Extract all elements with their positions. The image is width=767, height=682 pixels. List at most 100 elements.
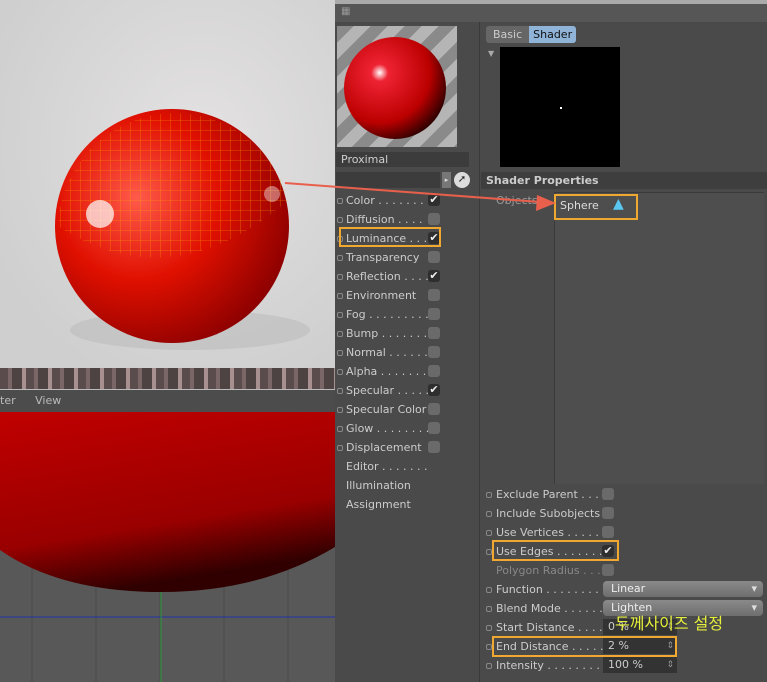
panel-titlebar: ▦ bbox=[335, 0, 767, 22]
channel-dot-icon bbox=[337, 426, 343, 432]
property-dot-icon bbox=[486, 663, 492, 669]
menu-item-view[interactable]: View bbox=[35, 394, 61, 407]
property-label: Start Distance . . . . . bbox=[496, 621, 610, 634]
pick-cursor-icon[interactable]: ➚ bbox=[454, 172, 470, 188]
channel-item[interactable]: Illumination bbox=[335, 476, 480, 495]
property-label: Include Subobjects bbox=[496, 507, 601, 520]
channel-item[interactable]: Bump . . . . . . . . bbox=[335, 324, 480, 343]
editor-viewport[interactable] bbox=[0, 412, 335, 682]
material-panel: Proximal ▸ ➚ Color . . . . . . . . ✔ Diffu… bbox=[335, 22, 480, 682]
property-dot-icon bbox=[486, 625, 492, 631]
viewport-menubar: ter View bbox=[0, 390, 335, 412]
channel-dot-icon bbox=[337, 445, 343, 451]
objects-label: Objects bbox=[496, 194, 538, 207]
channel-dot-icon bbox=[337, 369, 343, 375]
channel-checkbox[interactable] bbox=[428, 346, 440, 358]
property-number-field[interactable]: 100 % bbox=[603, 657, 677, 673]
channel-dot-icon bbox=[337, 198, 343, 204]
annotation-text: 두께사이즈 설정 bbox=[615, 614, 724, 633]
property-checkbox[interactable] bbox=[602, 488, 614, 500]
channel-item[interactable]: Assignment bbox=[335, 495, 480, 514]
material-preview bbox=[337, 26, 457, 147]
channel-checkbox[interactable] bbox=[428, 422, 440, 434]
channel-dot-icon bbox=[337, 255, 343, 261]
channel-item[interactable]: Environment bbox=[335, 286, 480, 305]
channel-item[interactable]: Normal . . . . . . bbox=[335, 343, 480, 362]
end-distance-highlight bbox=[492, 636, 677, 657]
channel-checkbox[interactable] bbox=[428, 213, 440, 225]
property-label: Intensity . . . . . . . . . . bbox=[496, 659, 614, 672]
channel-checkbox[interactable] bbox=[428, 365, 440, 377]
channel-item[interactable]: Displacement bbox=[335, 438, 480, 457]
channel-checkbox[interactable] bbox=[428, 403, 440, 415]
channel-checkbox[interactable] bbox=[428, 327, 440, 339]
channel-label: Alpha . . . . . . . bbox=[346, 365, 427, 378]
channel-dot-icon bbox=[337, 217, 343, 223]
channel-label: Reflection . . . . bbox=[346, 270, 429, 283]
menu-item-filter[interactable]: ter bbox=[0, 394, 16, 407]
objects-list[interactable]: Sphere ▲ bbox=[554, 192, 764, 484]
section-header: Shader Properties bbox=[481, 172, 767, 189]
arrow-right-icon[interactable]: ▸ bbox=[442, 172, 451, 188]
property-row: Include Subobjects bbox=[481, 504, 767, 523]
luminance-highlight bbox=[339, 227, 441, 247]
channel-dot-icon bbox=[337, 293, 343, 299]
channel-label: Displacement bbox=[346, 441, 422, 454]
property-checkbox[interactable] bbox=[602, 564, 614, 576]
property-row: Intensity . . . . . . . . . . 100 % bbox=[481, 656, 767, 675]
channel-label: Bump . . . . . . . . bbox=[346, 327, 435, 340]
property-label: Polygon Radius . . . bbox=[496, 564, 601, 577]
property-dot-icon bbox=[486, 587, 492, 593]
channel-label: Specular Color bbox=[346, 403, 427, 416]
channel-checkbox[interactable]: ✔ bbox=[428, 384, 440, 396]
property-row: Function . . . . . . . . . . Linear bbox=[481, 580, 767, 599]
channel-label: Transparency bbox=[346, 251, 420, 264]
property-checkbox[interactable] bbox=[602, 507, 614, 519]
use-edges-highlight bbox=[492, 540, 619, 561]
channel-checkbox[interactable]: ✔ bbox=[428, 194, 440, 206]
channel-item[interactable]: Fog . . . . . . . . . bbox=[335, 305, 480, 324]
channel-checkbox[interactable] bbox=[428, 289, 440, 301]
tab-basic[interactable]: Basic bbox=[486, 26, 530, 43]
channel-item[interactable]: Alpha . . . . . . . bbox=[335, 362, 480, 381]
property-dropdown[interactable]: Linear bbox=[603, 581, 763, 597]
channel-label: Glow . . . . . . . . bbox=[346, 422, 430, 435]
attribute-panel: Basic Shader ▼ Shader Properties Objects… bbox=[481, 22, 767, 682]
channel-checkbox[interactable] bbox=[428, 441, 440, 453]
channel-item[interactable]: Glow . . . . . . . . bbox=[335, 419, 480, 438]
channel-label: Fog . . . . . . . . . bbox=[346, 308, 429, 321]
channel-label: Editor . . . . . . . bbox=[346, 460, 428, 473]
channel-label: Assignment bbox=[346, 498, 411, 511]
render-preview bbox=[0, 0, 335, 368]
channel-label: Specular . . . . . bbox=[346, 384, 430, 397]
channel-label: Environment bbox=[346, 289, 417, 302]
link-field[interactable] bbox=[336, 172, 440, 188]
channel-item[interactable]: Color . . . . . . . . ✔ bbox=[335, 191, 480, 210]
channel-dot-icon bbox=[337, 274, 343, 280]
property-checkbox[interactable] bbox=[602, 526, 614, 538]
property-dot-icon bbox=[486, 606, 492, 612]
channel-item[interactable]: Editor . . . . . . . bbox=[335, 457, 480, 476]
channel-checkbox[interactable]: ✔ bbox=[428, 270, 440, 282]
channel-checkbox[interactable] bbox=[428, 251, 440, 263]
channel-dot-icon bbox=[337, 331, 343, 337]
channel-item[interactable]: Reflection . . . . ✔ bbox=[335, 267, 480, 286]
sphere-closeup bbox=[0, 412, 335, 592]
grip-icon[interactable]: ▦ bbox=[341, 6, 350, 17]
tab-shader[interactable]: Shader bbox=[529, 26, 577, 43]
channel-label: Color . . . . . . . . bbox=[346, 194, 431, 207]
channel-checkbox[interactable] bbox=[428, 308, 440, 320]
channel-label: Normal . . . . . . bbox=[346, 346, 428, 359]
property-row: Polygon Radius . . . bbox=[481, 561, 767, 580]
channel-item[interactable]: Specular Color bbox=[335, 400, 480, 419]
sphere-highlight bbox=[554, 194, 638, 220]
collapse-triangle-icon[interactable]: ▼ bbox=[488, 49, 494, 58]
channel-item[interactable]: Specular . . . . . ✔ bbox=[335, 381, 480, 400]
rendered-sphere bbox=[55, 109, 310, 350]
shader-preview bbox=[500, 47, 620, 167]
channel-item[interactable]: Transparency bbox=[335, 248, 480, 267]
material-name-field[interactable]: Proximal bbox=[336, 152, 469, 167]
property-label: Exclude Parent . . . bbox=[496, 488, 599, 501]
channel-label: Illumination bbox=[346, 479, 411, 492]
channel-dot-icon bbox=[337, 388, 343, 394]
